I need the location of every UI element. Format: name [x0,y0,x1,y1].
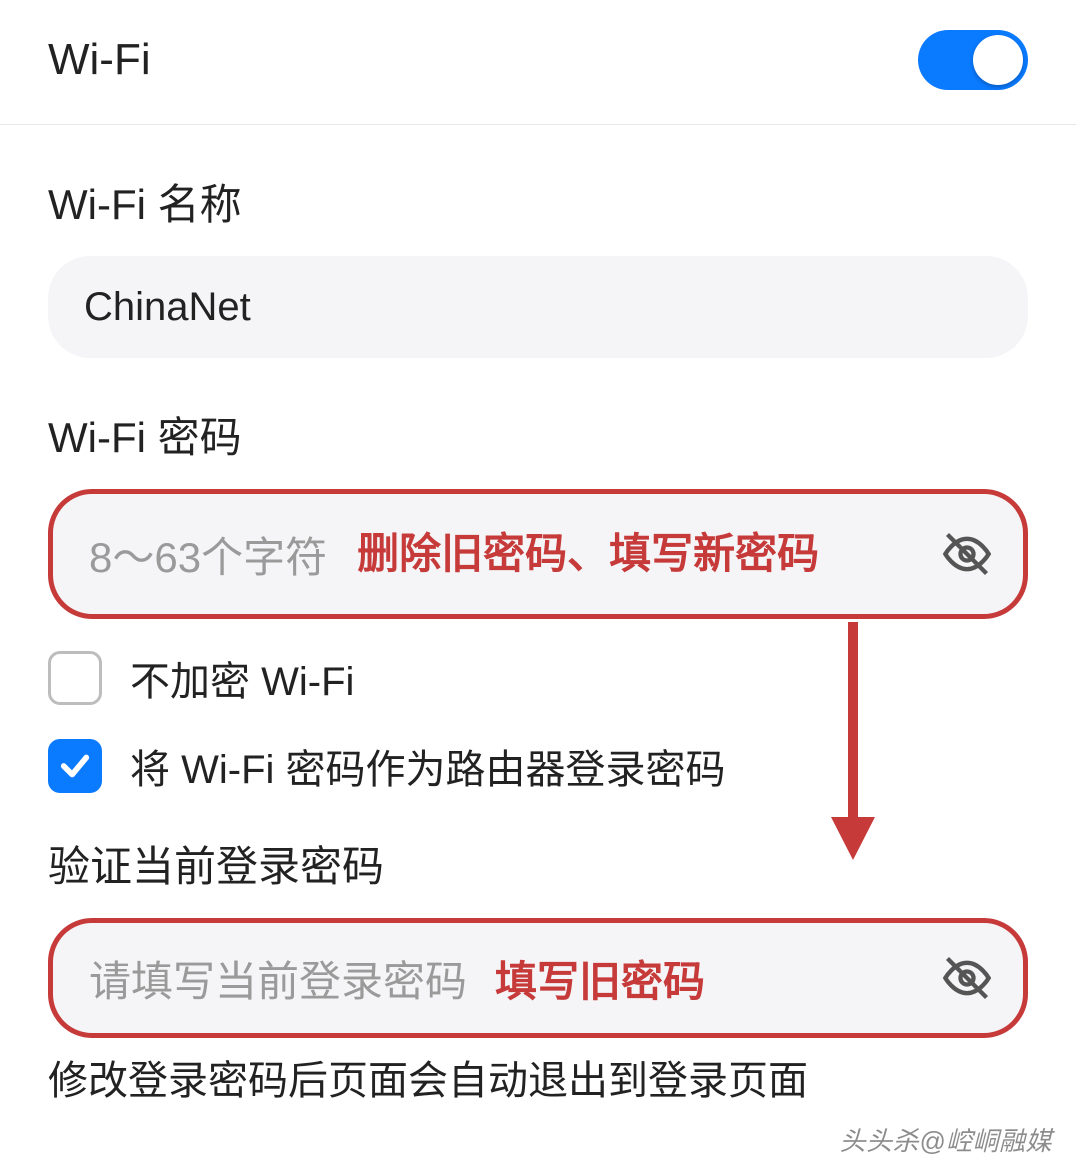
wifi-password-input[interactable]: 8～63个字符 删除旧密码、填写新密码 [48,489,1028,619]
wifi-password-label: Wi-Fi 密码 [48,404,1028,465]
checkbox-unchecked-icon[interactable] [48,651,102,705]
no-encrypt-row[interactable]: 不加密 Wi-Fi [48,649,1028,707]
wifi-toggle[interactable] [918,30,1028,90]
use-as-login-row[interactable]: 将 Wi-Fi 密码作为路由器登录密码 [48,737,1028,795]
page-title: Wi-Fi [48,35,151,85]
verify-login-annotation: 填写旧密码 [495,948,939,1009]
toggle-knob [973,35,1023,85]
wifi-password-annotation: 删除旧密码、填写新密码 [357,528,939,581]
wifi-password-placeholder: 8～63个字符 [89,524,327,585]
no-encrypt-label: 不加密 Wi-Fi [130,649,354,707]
verify-login-label: 验证当前登录密码 [48,833,1028,894]
eye-off-icon[interactable] [939,526,995,582]
verify-login-placeholder: 请填写当前登录密码 [89,948,467,1009]
footer-note: 修改登录密码后页面会自动退出到登录页面 [0,1038,1076,1106]
use-as-login-label: 将 Wi-Fi 密码作为路由器登录密码 [130,737,726,795]
wifi-name-input[interactable]: ChinaNet [48,256,1028,358]
wifi-header: Wi-Fi [0,0,1076,125]
watermark-text: 头头杀@崆峒融媒 [840,1121,1052,1158]
checkbox-checked-icon[interactable] [48,739,102,793]
eye-off-icon[interactable] [939,950,995,1006]
wifi-name-label: Wi-Fi 名称 [48,171,1028,232]
verify-login-input[interactable]: 请填写当前登录密码 填写旧密码 [48,918,1028,1038]
